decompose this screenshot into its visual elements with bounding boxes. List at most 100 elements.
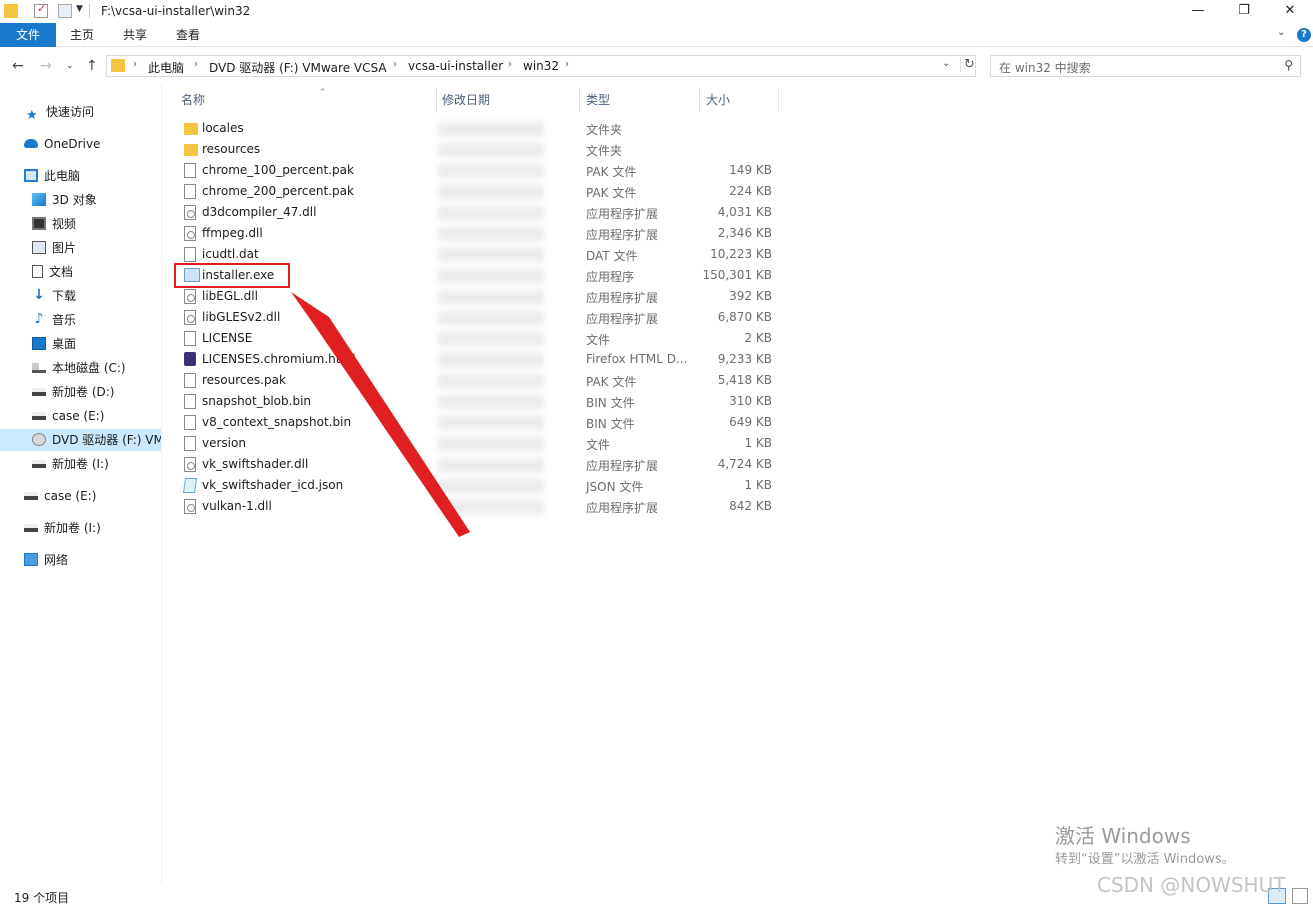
tab-file[interactable]: 文件 bbox=[0, 23, 56, 47]
breadcrumb-this-pc[interactable]: 此电脑 bbox=[148, 59, 184, 76]
window-title: F:\vcsa-ui-installer\win32 bbox=[101, 4, 251, 18]
breadcrumb-dvd-drive[interactable]: DVD 驱动器 (F:) VMware VCSA bbox=[209, 59, 387, 76]
nav-item-drive-i[interactable]: 新加卷 (I:) bbox=[32, 453, 160, 475]
nav-item-label: 新加卷 (I:) bbox=[52, 457, 109, 471]
file-row[interactable]: LICENSES.chromium.html Firefox HTML D... 9… bbox=[180, 349, 780, 370]
activate-windows-title: 激活 Windows bbox=[1055, 824, 1191, 848]
file-type: 应用程序扩展 bbox=[586, 228, 659, 242]
file-row[interactable]: vk_swiftshader_icd.json JSON 文件 1 KB bbox=[180, 475, 780, 496]
properties-icon[interactable] bbox=[34, 2, 48, 18]
dll-icon bbox=[184, 289, 196, 304]
file-row[interactable]: vulkan-1.dll 应用程序扩展 842 KB bbox=[180, 496, 780, 517]
help-icon[interactable]: ? bbox=[1297, 28, 1311, 42]
breadcrumb-separator-icon[interactable]: › bbox=[565, 59, 569, 70]
breadcrumb-separator-icon[interactable]: › bbox=[194, 59, 198, 70]
nav-item-pictures[interactable]: 图片 bbox=[32, 237, 160, 259]
computer-icon bbox=[24, 169, 38, 182]
nav-item-volume-i[interactable]: 新加卷 (I:) bbox=[24, 517, 160, 539]
nav-item-quick-access[interactable]: ★ 快速访问 bbox=[26, 101, 160, 123]
file-icon bbox=[184, 247, 196, 262]
back-arrow-icon[interactable]: ← bbox=[12, 58, 24, 74]
file-row[interactable]: chrome_100_percent.pak PAK 文件 149 KB bbox=[180, 160, 780, 181]
nav-item-documents[interactable]: 文档 bbox=[32, 261, 160, 283]
new-folder-icon[interactable] bbox=[58, 4, 72, 18]
column-divider[interactable] bbox=[699, 88, 700, 112]
column-divider[interactable] bbox=[778, 88, 779, 112]
file-row[interactable]: resources.pak PAK 文件 5,418 KB bbox=[180, 370, 780, 391]
breadcrumb-separator-icon[interactable]: › bbox=[133, 59, 137, 70]
windows-drive-icon bbox=[32, 362, 46, 373]
file-name: libGLESv2.dll bbox=[202, 310, 281, 324]
column-divider[interactable] bbox=[579, 88, 580, 112]
file-row[interactable]: icudtl.dat DAT 文件 10,223 KB bbox=[180, 244, 780, 265]
nav-item-desktop[interactable]: 桌面 bbox=[32, 333, 160, 355]
file-row[interactable]: v8_context_snapshot.bin BIN 文件 649 KB bbox=[180, 412, 780, 433]
file-row[interactable]: d3dcompiler_47.dll 应用程序扩展 4,031 KB bbox=[180, 202, 780, 223]
column-header-modified[interactable]: 修改日期 bbox=[442, 91, 490, 108]
nav-item-network[interactable]: 网络 bbox=[24, 549, 160, 571]
breadcrumb-separator-icon[interactable]: › bbox=[393, 59, 397, 70]
nav-item-videos[interactable]: 视频 bbox=[32, 213, 160, 235]
breadcrumb-vcsa-ui-installer[interactable]: vcsa-ui-installer bbox=[408, 59, 503, 73]
minimize-button[interactable]: — bbox=[1175, 0, 1221, 23]
file-row[interactable]: resources 文件夹 bbox=[180, 139, 780, 160]
search-icon[interactable]: ⚲ bbox=[1284, 58, 1293, 72]
nav-item-label: 此电脑 bbox=[44, 169, 81, 183]
activate-windows-subtitle: 转到“设置”以激活 Windows。 bbox=[1055, 852, 1235, 867]
nav-item-drive-d[interactable]: 新加卷 (D:) bbox=[32, 381, 160, 403]
tab-share[interactable]: 共享 bbox=[123, 23, 147, 47]
file-icon bbox=[184, 436, 196, 451]
column-header-size[interactable]: 大小 bbox=[706, 91, 730, 108]
nav-item-dvd-drive[interactable]: DVD 驱动器 (F:) VMware VCSA bbox=[0, 429, 161, 451]
refresh-icon[interactable]: ↻ bbox=[960, 57, 975, 72]
large-icons-view-icon[interactable] bbox=[1292, 888, 1308, 904]
file-name: vk_swiftshader.dll bbox=[202, 457, 309, 471]
file-date-redacted bbox=[438, 206, 544, 220]
file-icon bbox=[184, 394, 196, 409]
forward-arrow-icon[interactable]: → bbox=[40, 58, 52, 74]
file-type: 文件夹 bbox=[586, 123, 623, 137]
nav-item-case-e[interactable]: case (E:) bbox=[24, 485, 160, 507]
file-name: chrome_200_percent.pak bbox=[202, 184, 354, 198]
nav-item-this-pc[interactable]: 此电脑 bbox=[24, 165, 160, 187]
column-divider[interactable] bbox=[436, 88, 437, 112]
nav-item-3d-objects[interactable]: 3D 对象 bbox=[32, 189, 160, 211]
file-row[interactable]: version 文件 1 KB bbox=[180, 433, 780, 454]
file-name: ffmpeg.dll bbox=[202, 226, 263, 240]
file-type: BIN 文件 bbox=[586, 396, 635, 410]
file-row[interactable]: locales 文件夹 bbox=[180, 118, 780, 139]
search-input[interactable]: 在 win32 中搜索 ⚲ bbox=[990, 55, 1301, 77]
breadcrumb-separator-icon[interactable]: › bbox=[508, 59, 512, 70]
nav-item-label: OneDrive bbox=[44, 137, 101, 151]
address-history-chevron-icon[interactable]: ⌄ bbox=[942, 58, 950, 69]
file-row[interactable]: libGLESv2.dll 应用程序扩展 6,870 KB bbox=[180, 307, 780, 328]
nav-item-drive-e[interactable]: case (E:) bbox=[32, 405, 160, 427]
nav-item-music[interactable]: ♪ 音乐 bbox=[32, 309, 160, 331]
dll-icon bbox=[184, 205, 196, 220]
close-button[interactable]: ✕ bbox=[1267, 0, 1313, 23]
file-row[interactable]: chrome_200_percent.pak PAK 文件 224 KB bbox=[180, 181, 780, 202]
file-date-redacted bbox=[438, 143, 544, 157]
file-row[interactable]: libEGL.dll 应用程序扩展 392 KB bbox=[180, 286, 780, 307]
address-bar[interactable]: › 此电脑 › DVD 驱动器 (F:) VMware VCSA › vcsa-… bbox=[106, 55, 976, 77]
file-name: resources.pak bbox=[202, 373, 286, 387]
file-row[interactable]: LICENSE 文件 2 KB bbox=[180, 328, 780, 349]
restore-button[interactable]: ❐ bbox=[1221, 0, 1267, 23]
file-row[interactable]: snapshot_blob.bin BIN 文件 310 KB bbox=[180, 391, 780, 412]
video-icon bbox=[32, 217, 46, 230]
nav-item-onedrive[interactable]: OneDrive bbox=[24, 133, 160, 155]
nav-item-downloads[interactable]: ↓ 下载 bbox=[32, 285, 160, 307]
recent-locations-chevron-icon[interactable]: ⌄ bbox=[66, 61, 74, 71]
file-row[interactable]: ffmpeg.dll 应用程序扩展 2,346 KB bbox=[180, 223, 780, 244]
nav-item-drive-c[interactable]: 本地磁盘 (C:) bbox=[32, 357, 160, 379]
column-header-name[interactable]: 名称 ⌃ bbox=[181, 88, 327, 108]
breadcrumb-win32[interactable]: win32 bbox=[523, 59, 559, 73]
file-row[interactable]: vk_swiftshader.dll 应用程序扩展 4,724 KB bbox=[180, 454, 780, 475]
customize-quick-access-dropdown[interactable]: ▼ bbox=[76, 4, 83, 14]
tab-home[interactable]: 主页 bbox=[70, 23, 94, 47]
up-arrow-icon[interactable]: ↑ bbox=[86, 58, 98, 74]
expand-ribbon-chevron-icon[interactable]: ⌄ bbox=[1277, 27, 1285, 38]
file-date-redacted bbox=[438, 227, 544, 241]
tab-view[interactable]: 查看 bbox=[176, 23, 200, 47]
column-header-type[interactable]: 类型 bbox=[586, 91, 610, 108]
